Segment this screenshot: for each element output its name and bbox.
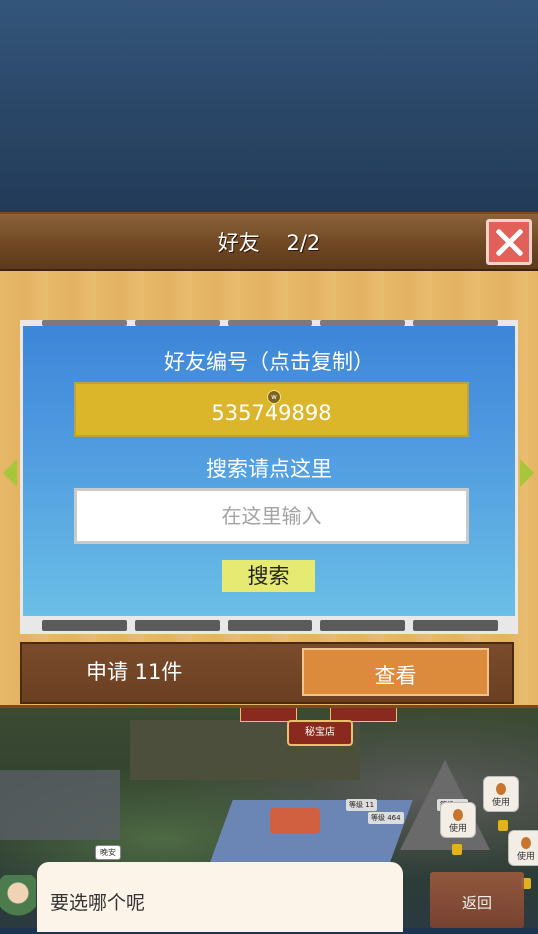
- coin-icon: w: [267, 390, 281, 404]
- tab-marker: [134, 620, 220, 631]
- search-input[interactable]: [74, 488, 469, 544]
- speech-tag: 晚安: [95, 845, 121, 860]
- tab-marker: [413, 620, 498, 631]
- title-label: 好友: [217, 231, 260, 255]
- prompt-text: 要选哪个呢: [50, 892, 146, 914]
- close-button[interactable]: [486, 219, 532, 265]
- view-requests-button[interactable]: 查看: [302, 648, 489, 696]
- tab-marker: [42, 320, 127, 326]
- tab-marker: [320, 320, 406, 326]
- treasure-shop-sign[interactable]: 秘宝店: [287, 720, 353, 746]
- lock-icon: [498, 820, 508, 831]
- level-chip: 等级 464: [368, 812, 404, 824]
- title-count: 2/2: [286, 231, 321, 255]
- use-button[interactable]: 使用: [508, 830, 538, 866]
- tab-marker: [413, 320, 498, 326]
- use-button[interactable]: 使用: [440, 802, 476, 838]
- card-tabs-top: [42, 320, 498, 326]
- requests-count: 申请 11件: [86, 660, 183, 684]
- character-avatar: [0, 875, 36, 928]
- tab-marker: [42, 620, 127, 631]
- friend-id-value: 535749898: [211, 401, 332, 425]
- tab-marker: [320, 620, 406, 631]
- search-label: 搜索请点这里: [206, 457, 332, 481]
- friend-id-copy-box[interactable]: w 535749898: [74, 382, 469, 437]
- background-sky: [0, 0, 538, 215]
- tab-marker: [227, 320, 313, 326]
- tab-marker: [227, 620, 313, 631]
- card-tabs-bottom: [42, 620, 498, 631]
- castle-wall: [0, 770, 120, 840]
- lock-icon: [452, 844, 462, 855]
- friends-panel: 好友 2/2 好友编号（点击复制） w 535749898 搜索请点这里 搜索 …: [0, 212, 538, 708]
- bed-decoration: [270, 808, 320, 834]
- level-chip: 等级 11: [346, 799, 378, 811]
- use-button[interactable]: 使用: [483, 776, 519, 812]
- search-button[interactable]: 搜索: [222, 560, 315, 592]
- tab-marker: [134, 320, 220, 326]
- panel-title: 好友 2/2: [0, 214, 538, 269]
- back-button[interactable]: 返回: [430, 872, 524, 928]
- friend-id-label: 好友编号（点击复制）: [164, 350, 374, 374]
